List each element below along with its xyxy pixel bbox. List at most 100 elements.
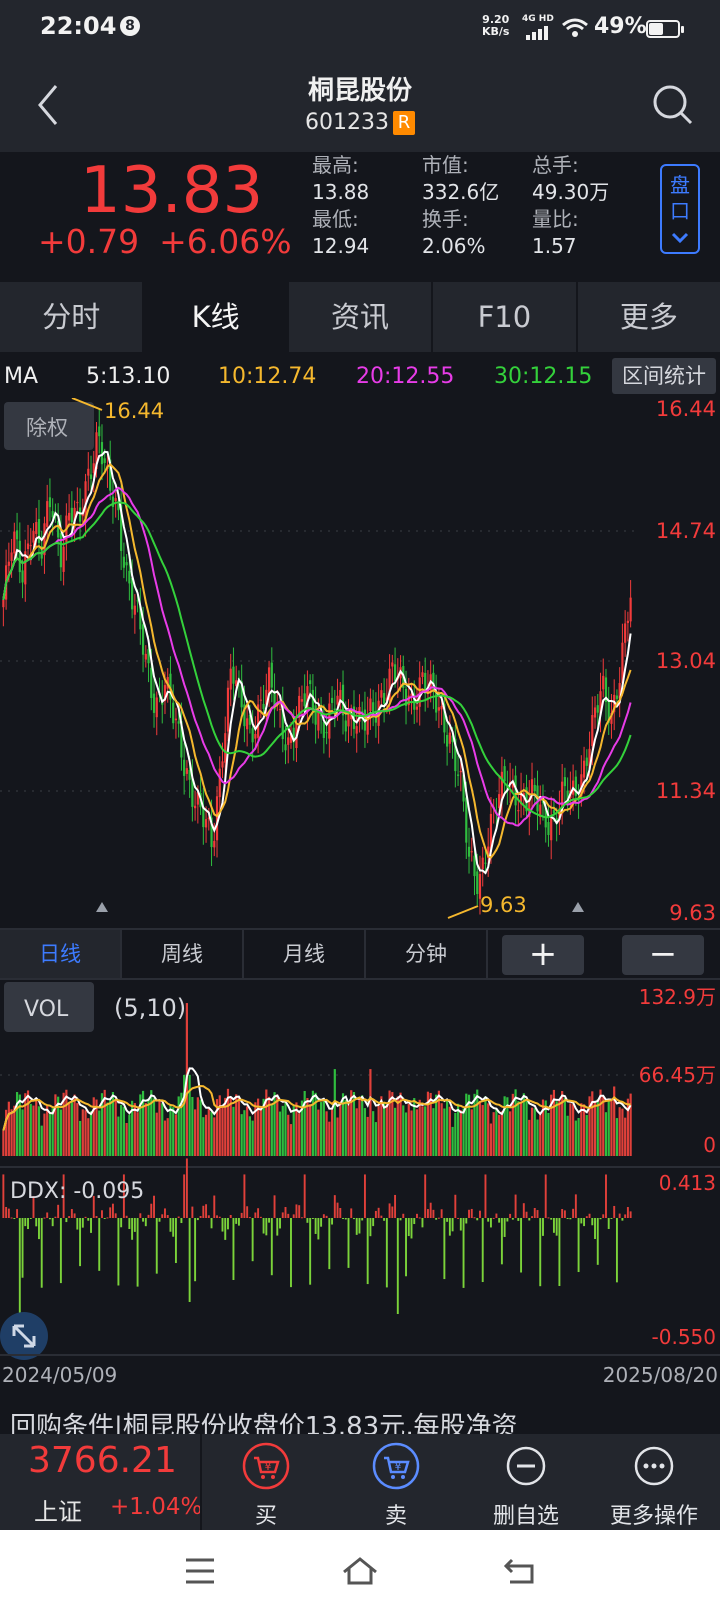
stock-code-badge: R [392,111,415,135]
zoom-in-button[interactable]: + [502,935,584,975]
vol-tick-label: 132.9万 [639,985,716,1009]
candle-body [70,507,73,523]
volume-bar [396,1096,399,1156]
tab-news[interactable]: 资讯 [289,282,434,352]
candle-body [347,714,350,727]
tab-intraday[interactable]: 分时 [0,282,145,352]
ddx-bar [111,1203,114,1218]
candle-body [125,562,128,566]
zoom-out-button[interactable]: − [622,935,704,975]
candle-body [26,543,30,550]
candle-body [246,718,249,730]
volume-bar [311,1090,314,1156]
order-book-label-1: 盘 [670,173,690,197]
ddx-bar [533,1207,536,1218]
volume-bar [194,1109,197,1156]
tab-f10[interactable]: F10 [433,282,578,352]
ddx-bar [139,1213,142,1218]
volume-bar [462,1108,465,1156]
buy-button[interactable]: ¥ 买 [206,1442,326,1530]
volume-bar [558,1100,561,1156]
more-actions-button[interactable]: 更多操作 [594,1442,714,1530]
ddx-bar [503,1218,506,1237]
candle-body [172,702,175,724]
volume-bar [172,1107,175,1156]
ddx-bar [500,1218,503,1265]
volume-bar [188,1074,191,1156]
candle-body [213,840,216,848]
news-ticker[interactable]: 回购条件|桐昆股份收盘价13.83元,每股净资 [0,1394,720,1434]
ddx-bar [13,1218,16,1219]
candle-body [278,709,282,711]
volume-bar [221,1106,224,1156]
minus-circle-icon [506,1446,546,1486]
period-tabs: 日线 周线 月线 分钟 + − [0,928,720,980]
tab-weekly[interactable]: 周线 [122,930,244,978]
volume-bar [446,1099,449,1156]
notification-badge: 8 [120,16,140,36]
candle-body [503,766,506,782]
ddx-bar [213,1195,216,1218]
ddx-bar [237,1218,240,1226]
ddx-bar [473,1217,476,1219]
ddx-bar [607,1218,610,1229]
vol-tick-label: 0 [703,1133,716,1157]
ddx-bar [259,1216,262,1218]
tab-minute[interactable]: 分钟 [366,930,488,978]
ddx-bar [180,1218,183,1224]
y-tick-label: 13.04 [656,649,716,673]
ddx-bar [48,1218,51,1220]
ddx-bar [355,1218,358,1235]
candle-body [111,496,115,507]
stat-value: 13.88 [312,180,370,204]
candle-body [287,737,290,745]
tab-kline[interactable]: K线 [144,282,289,352]
event-marker-icon[interactable] [572,902,584,912]
back-nav-icon[interactable] [502,1556,538,1586]
price-change: +0.79 +6.06% [38,222,292,261]
tab-daily[interactable]: 日线 [0,930,122,978]
candle-body [68,512,71,521]
sell-button[interactable]: ¥ 卖 [336,1442,456,1530]
candle-body [224,733,227,763]
news-headline[interactable]: 回购条件|桐昆股份收盘价13.83元,每股净资 [10,1406,517,1434]
candle-body [393,664,397,682]
search-icon[interactable] [650,82,694,126]
ma20-line [2,486,632,827]
y-tick-label: 11.34 [656,779,716,803]
candle-body [37,518,41,543]
kline-chart[interactable]: 除权 16.44 9.63 16.44 14.74 13.04 11.34 9.… [0,398,720,928]
range-stats-button[interactable]: 区间统计 [612,358,716,394]
tab-monthly[interactable]: 月线 [244,930,366,978]
network-speed: 9.20 KB/s [482,14,509,38]
ddx-bar [610,1218,613,1219]
volume-bar [528,1119,531,1156]
home-icon[interactable] [340,1556,380,1586]
ddx-bar [383,1218,386,1221]
ddx-bar [629,1211,632,1218]
candle-body [585,757,588,766]
volume-bar [443,1108,446,1156]
ddx-bar [353,1218,355,1220]
volume-bar [29,1103,32,1156]
ddx-bar [147,1214,150,1218]
candle-body [421,672,424,677]
ddx-bar [202,1205,205,1218]
order-book-button[interactable]: 盘 口 [660,164,700,254]
ddx-bar [407,1218,410,1237]
ddx-bar [279,1218,281,1229]
candle-body [500,771,503,800]
remove-watchlist-button[interactable]: 删自选 [466,1442,586,1530]
menu-icon[interactable] [184,1556,216,1586]
ddx-bar [194,1218,197,1282]
stat-label: 量比: [532,207,579,231]
tab-more[interactable]: 更多 [578,282,720,352]
event-marker-icon[interactable] [96,902,108,912]
ddx-bar [284,1207,287,1218]
y-tick-label: 14.74 [656,519,716,543]
candle-body [322,721,325,738]
volume-bar [320,1102,323,1156]
indicator-chart[interactable]: VOL (5,10) 132.9万 66.45万 0 DDX: -0.095 0… [0,980,720,1394]
candle-body [615,695,619,699]
volume-bar [358,1098,361,1156]
